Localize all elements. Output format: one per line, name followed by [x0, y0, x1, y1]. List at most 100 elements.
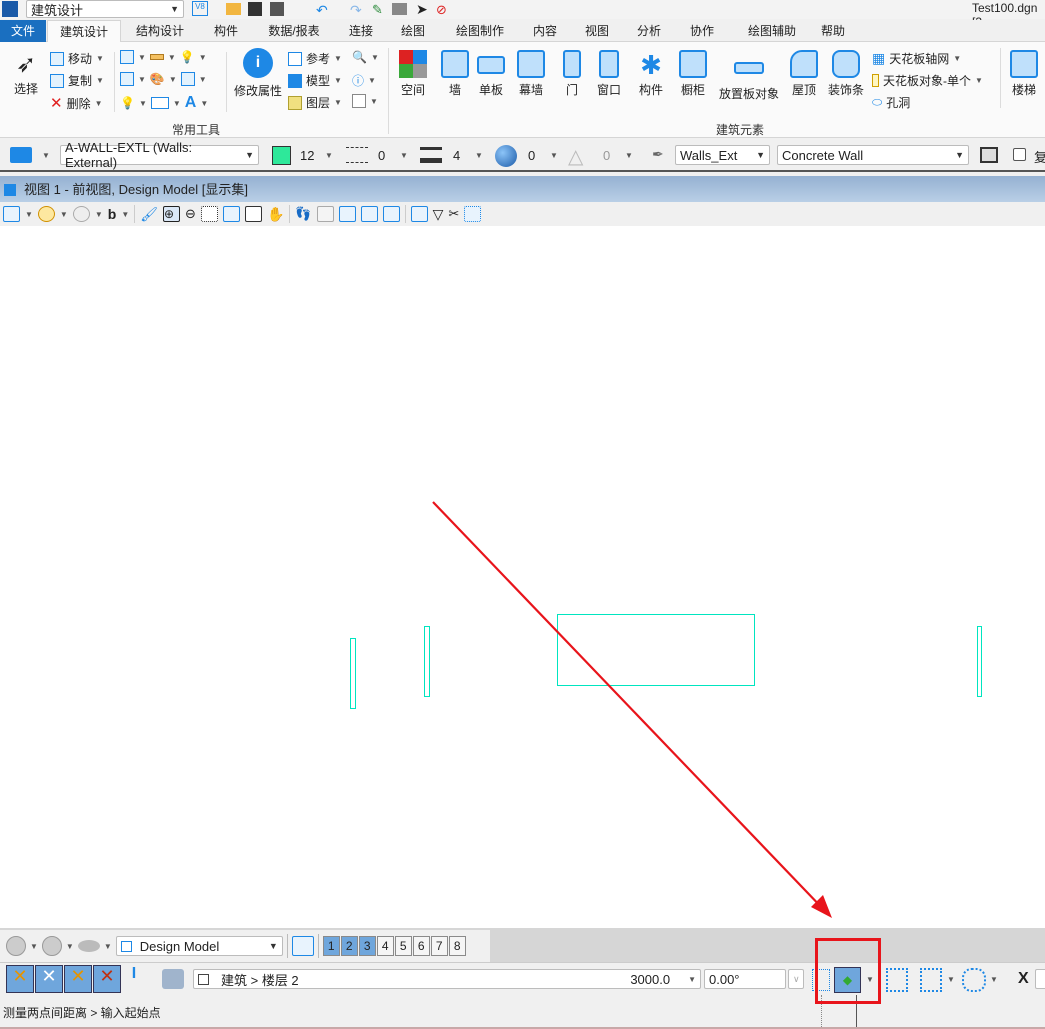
wall-section-1[interactable]: [350, 638, 356, 709]
undo-icon[interactable]: ↶: [316, 2, 328, 19]
tool-row-3[interactable]: 💡 ▼ ▼ A ▼: [120, 94, 208, 112]
copy-button[interactable]: 复制 ▼: [50, 72, 104, 89]
select-button[interactable]: ➶ 选择: [10, 50, 42, 97]
text-cursor-icon[interactable]: I: [122, 965, 146, 993]
window-button[interactable]: 窗口: [594, 50, 624, 98]
zoom-in-icon[interactable]: ⊕: [163, 206, 181, 222]
view-6-button[interactable]: 6: [412, 936, 430, 956]
tab-drawing-aids[interactable]: 绘图辅助: [740, 20, 804, 42]
tab-structure[interactable]: 结构设计: [128, 20, 192, 42]
view-1-button[interactable]: 1: [322, 936, 340, 956]
fly-icon[interactable]: [316, 206, 334, 222]
move-button[interactable]: 移动 ▼: [50, 50, 104, 67]
lighting-icon[interactable]: [72, 206, 90, 222]
door-button[interactable]: 门: [560, 50, 584, 98]
view-8-button[interactable]: 8: [448, 936, 466, 956]
floor-select[interactable]: 建筑 > 楼层 2 3000.0 ▼: [193, 969, 701, 989]
transparency-sphere-icon[interactable]: [495, 145, 517, 167]
tab-connect[interactable]: 连接: [340, 20, 382, 42]
save-settings-icon[interactable]: [270, 2, 284, 16]
tab-help[interactable]: 帮助: [812, 20, 854, 42]
pan-hand-icon[interactable]: ✋: [267, 206, 284, 223]
modify-attributes-button[interactable]: i 修改属性: [230, 48, 286, 99]
walk-footprints-icon[interactable]: 👣: [295, 206, 311, 222]
open-icon[interactable]: [226, 3, 241, 15]
pin-icon[interactable]: ✎: [372, 2, 383, 18]
bing-icon[interactable]: b: [108, 206, 117, 222]
no-symbol-icon[interactable]: ⊘: [436, 2, 447, 18]
ceiling-object-button[interactable]: 天花板对象-单个 ▼: [872, 72, 983, 89]
line-style-icon[interactable]: [346, 147, 368, 163]
family-select[interactable]: Walls_Ext ▼: [675, 145, 770, 165]
brush-icon[interactable]: 🖌: [140, 206, 158, 223]
level-button[interactable]: 图层 ▼: [288, 94, 342, 111]
wall-section-3[interactable]: [977, 626, 982, 697]
view-2-button[interactable]: 2: [340, 936, 358, 956]
checkbox[interactable]: [1013, 148, 1026, 161]
grid-tool[interactable]: ▼: [352, 94, 378, 108]
angle-field[interactable]: 0.00°: [704, 969, 786, 989]
reference-button[interactable]: 参考 ▼: [288, 50, 342, 67]
wall-button[interactable]: 墙: [440, 50, 470, 98]
grid-check-icon[interactable]: [920, 968, 942, 992]
app-icon[interactable]: [2, 1, 18, 17]
tab-drawing-production[interactable]: 绘图制作: [448, 20, 512, 42]
opening-button[interactable]: ⬭ 孔洞: [872, 94, 910, 111]
line-weight-icon[interactable]: [420, 147, 442, 163]
grid-points-icon[interactable]: [886, 968, 908, 992]
zoom-out-icon[interactable]: ⊖: [185, 206, 196, 222]
slab-button[interactable]: 单板: [476, 50, 506, 98]
floor-manager-icon[interactable]: [162, 969, 184, 989]
tab-components[interactable]: 构件: [205, 20, 247, 42]
info-tool[interactable]: ⓘ ▼: [352, 72, 376, 89]
snap-tooltip-icon[interactable]: ✕: [64, 965, 92, 993]
window-area-icon[interactable]: [200, 206, 218, 222]
view-next-icon[interactable]: [382, 206, 400, 222]
eyedropper-icon[interactable]: ✒: [652, 146, 664, 163]
view-previous-icon[interactable]: [360, 206, 378, 222]
angle-dropdown[interactable]: ∨: [788, 969, 804, 989]
model-select[interactable]: Design Model ▼: [115, 936, 283, 956]
stairs-button[interactable]: 楼梯: [1008, 50, 1040, 98]
ceiling-grid-button[interactable]: ▦ 天花板轴网 ▼: [872, 50, 961, 67]
display-style-icon[interactable]: [37, 206, 55, 222]
transparency-value[interactable]: 0: [528, 148, 535, 163]
tab-data-reports[interactable]: 数据/报表: [262, 20, 326, 42]
pointer-icon[interactable]: ➤: [416, 1, 428, 18]
part-select[interactable]: Concrete Wall ▼: [777, 145, 969, 165]
roof-button[interactable]: 屋顶: [788, 50, 820, 98]
print-icon[interactable]: [392, 3, 407, 15]
snap-nearest-icon[interactable]: ✕: [35, 965, 63, 993]
wall-section-2[interactable]: [424, 626, 430, 697]
grid-sphere-icon[interactable]: [962, 968, 986, 992]
search-tool[interactable]: 🔍 ▼: [352, 50, 379, 64]
cabinet-button[interactable]: 橱柜: [678, 50, 708, 98]
forward-icon[interactable]: [41, 936, 62, 956]
priority-value[interactable]: 0: [603, 148, 610, 163]
tab-analysis[interactable]: 分析: [628, 20, 670, 42]
weight-value[interactable]: 4: [453, 148, 460, 163]
space-button[interactable]: 空间: [396, 50, 430, 98]
element-template-icon[interactable]: [10, 147, 32, 163]
tab-file[interactable]: 文件: [0, 20, 46, 42]
view-5-button[interactable]: 5: [394, 936, 412, 956]
tab-collaborate[interactable]: 协作: [681, 20, 723, 42]
save-icon[interactable]: [248, 2, 262, 16]
back-icon[interactable]: [6, 936, 26, 956]
x-coordinate-field[interactable]: [1035, 969, 1045, 989]
priority-icon[interactable]: △: [568, 144, 583, 169]
view-attributes-icon[interactable]: [3, 206, 20, 222]
windows-icon[interactable]: [980, 147, 998, 163]
model-button[interactable]: 模型 ▼: [288, 72, 342, 89]
place-slab-object-button[interactable]: 放置板对象: [716, 50, 782, 102]
view-7-button[interactable]: 7: [430, 936, 448, 956]
style-value[interactable]: 0: [378, 148, 385, 163]
tab-drawing[interactable]: 绘图: [392, 20, 434, 42]
view-groups-icon[interactable]: [291, 936, 314, 956]
level-select[interactable]: A-WALL-EXTL (Walls: External) ▼: [60, 140, 259, 170]
curtain-wall-button[interactable]: 幕墙: [514, 50, 548, 98]
tab-architecture[interactable]: 建筑设计: [47, 20, 121, 43]
component-button[interactable]: ✱ 构件: [636, 50, 666, 98]
tool-grid[interactable]: ▼ ▼ 💡 ▼: [120, 50, 207, 64]
rotate-view-icon[interactable]: [244, 206, 262, 222]
